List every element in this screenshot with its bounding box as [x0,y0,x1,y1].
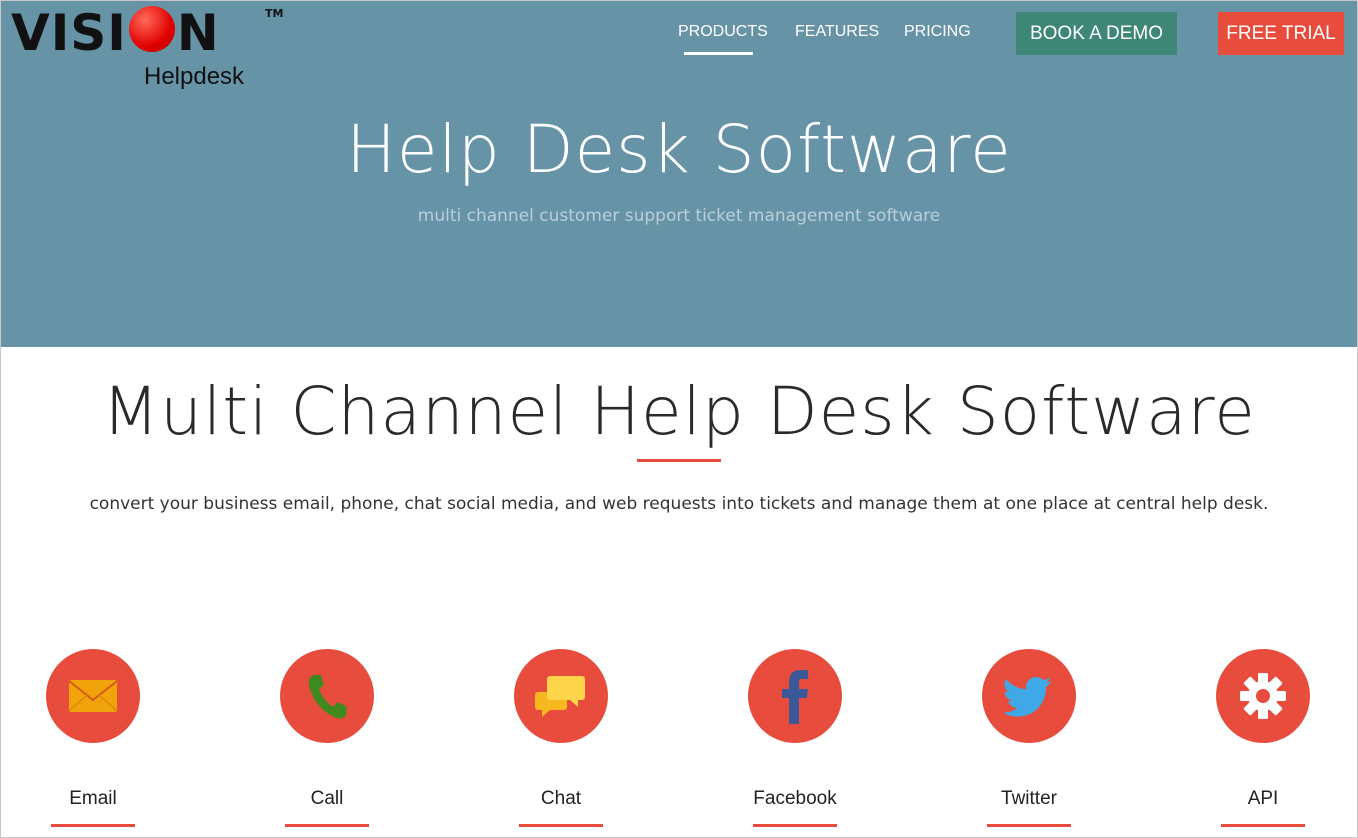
logo-subtitle: Helpdesk [144,63,245,90]
channel-facebook-circle[interactable] [748,649,842,743]
twitter-icon [1004,677,1052,717]
hero-subtitle: multi channel customer support ticket ma… [417,206,941,226]
channel-twitter-underline [987,824,1071,827]
section-title: Multi Channel Help Desk Software [102,373,1256,450]
channel-chat[interactable]: Chat [486,649,636,837]
channel-facebook[interactable]: Facebook [720,649,870,837]
logo[interactable]: VISI N TM Helpdesk [11,5,291,91]
channel-facebook-label: Facebook [753,788,837,809]
channel-twitter-circle[interactable] [982,649,1076,743]
channel-email[interactable]: Email [18,649,168,837]
channel-call-underline [285,824,369,827]
channel-call-circle[interactable] [280,649,374,743]
logo-red-dot [128,6,175,52]
channel-twitter-label: Twitter [1001,788,1057,809]
channel-call[interactable]: Call [252,649,402,837]
logo-wordmark: VISI N [11,4,220,62]
book-demo-button[interactable]: BOOK A DEMO [1016,12,1177,55]
channel-call-label: Call [310,788,344,809]
free-trial-button[interactable]: FREE TRIAL [1218,12,1344,55]
hero-banner: VISI N TM Helpdesk PRODUCTS FEATURES PRIC… [1,1,1357,347]
hero-title: Help Desk Software [346,111,1012,188]
channel-chat-underline [519,824,603,827]
channel-email-label: Email [69,788,117,809]
channel-api-circle[interactable] [1216,649,1310,743]
envelope-icon [68,680,118,712]
section-description: convert your business email, phone, chat… [89,494,1269,514]
page: VISI N TM Helpdesk PRODUCTS FEATURES PRIC… [0,0,1358,838]
channel-email-circle[interactable] [46,649,140,743]
nav-pricing[interactable]: PRICING [904,23,971,41]
channel-facebook-underline [753,824,837,827]
channel-api-underline [1221,824,1305,827]
nav-features[interactable]: FEATURES [795,23,879,41]
nav-active-underline [684,52,753,55]
chat-icon [535,676,585,717]
channel-api-label: API [1247,788,1279,809]
channel-chat-label: Chat [540,788,582,809]
phone-icon [308,675,347,719]
nav-products[interactable]: PRODUCTS [678,23,768,41]
channel-chat-circle[interactable] [514,649,608,743]
channel-email-underline [51,824,135,827]
channel-api[interactable]: API [1188,649,1338,837]
trademark-sign: TM [265,7,284,20]
section-title-underline [637,459,721,462]
gear-icon [1240,673,1286,719]
channel-twitter[interactable]: Twitter [954,649,1104,837]
facebook-icon [782,670,808,724]
